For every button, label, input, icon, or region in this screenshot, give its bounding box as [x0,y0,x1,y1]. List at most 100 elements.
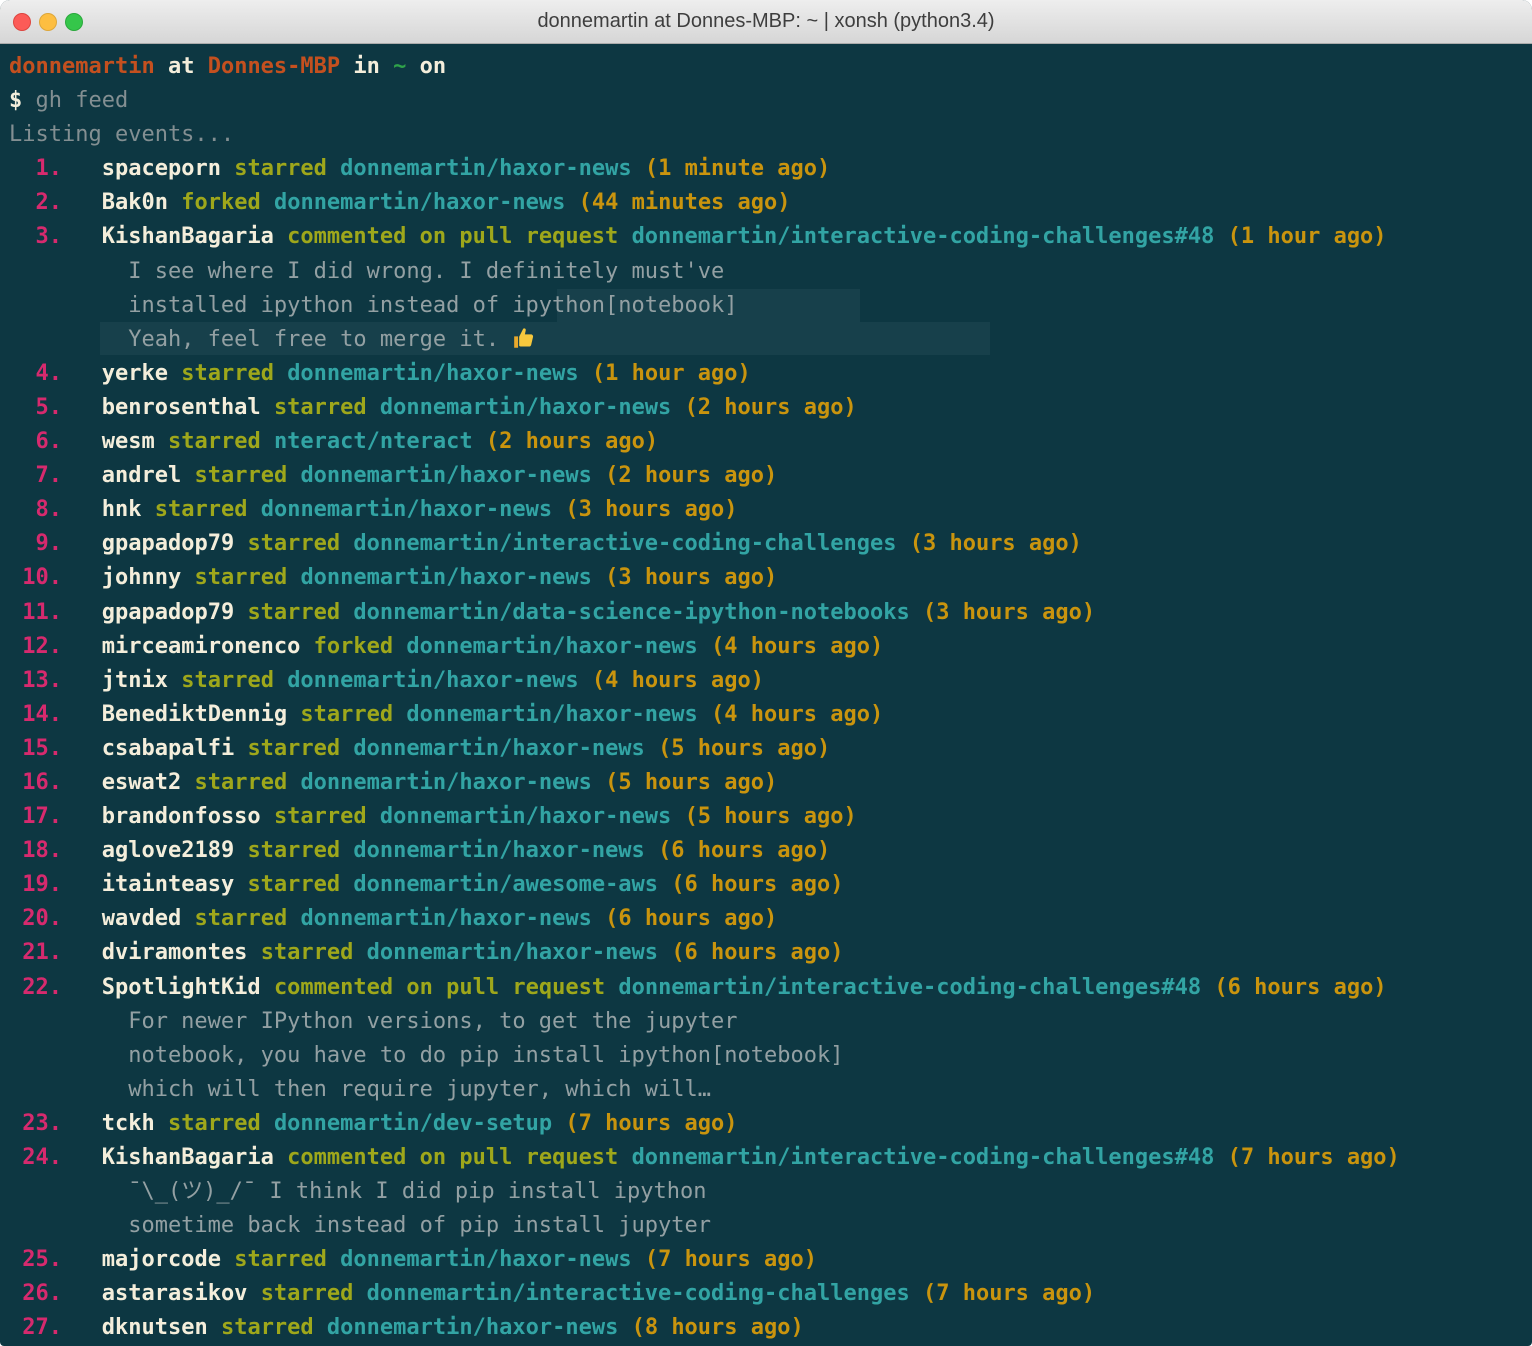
event-user: majorcode [101,1247,221,1273]
event-line: 7. andrel starred donnemartin/haxor-news… [9,459,1532,493]
event-user: tckh [101,1110,155,1136]
event-line: 10. johnny starred donnemartin/haxor-new… [9,561,1532,595]
event-line: 17. brandonfosso starred donnemartin/hax… [9,800,1532,834]
event-line: 4. yerke starred donnemartin/haxor-news … [9,357,1532,391]
event-line: 9. gpapadop79 starred donnemartin/intera… [9,527,1532,561]
event-user: eswat2 [101,769,182,795]
event-time: (44 minutes ago) [578,190,791,216]
event-repo: donnemartin/interactive-coding-challenge… [366,1281,910,1307]
close-button[interactable] [13,13,31,31]
event-repo: donnemartin/data-science-ipython-noteboo… [353,599,910,625]
event-comment-line: For newer IPython versions, to get the j… [9,1008,738,1034]
event-line: 23. tckh starred donnemartin/dev-setup (… [9,1107,1532,1141]
event-time: (2 hours ago) [605,463,778,489]
prompt-path: ~ [393,54,407,79]
event-time: (8 hours ago) [631,1315,804,1341]
event-number: 9. [9,531,62,557]
event-user: astarasikov [101,1281,248,1307]
event-line: 3. KishanBagaria commented on pull reque… [9,220,1532,254]
event-number: 19. [9,872,62,898]
event-number: 8. [9,497,62,523]
event-number: 5. [9,394,62,420]
event-repo: donnemartin/interactive-coding-challenge… [631,1145,1215,1170]
event-repo: donnemartin/haxor-news [353,735,645,761]
event-number: 20. [9,906,62,932]
event-time: (5 hours ago) [684,804,857,830]
event-repo: donnemartin/interactive-coding-challenge… [618,974,1202,1000]
event-time: (6 hours ago) [1214,974,1387,1000]
prompt-keyword-at: at [167,54,195,79]
event-line: 5. benrosenthal starred donnemartin/haxo… [9,391,1532,425]
event-user: itainteasy [101,872,235,898]
event-time: (6 hours ago) [671,872,844,898]
event-time: (1 hour ago) [1227,224,1387,250]
prompt-username: donnemartin [9,54,155,79]
event-line: 15. csabapalfi starred donnemartin/haxor… [9,732,1532,766]
event-user: andrel [101,463,182,489]
prompt-keyword-in: in [353,54,380,79]
traffic-lights [13,13,83,31]
event-time: (2 hours ago) [485,429,659,455]
event-action: starred [220,1315,314,1341]
event-line: 16. eswat2 starred donnemartin/haxor-new… [9,766,1532,800]
terminal-window: donnemartin at Donnes-MBP: ~ | xonsh (py… [0,0,1532,1346]
event-user: hnk [101,497,142,523]
event-user: gpapadop79 [101,531,235,557]
titlebar[interactable]: donnemartin at Donnes-MBP: ~ | xonsh (py… [0,0,1532,44]
event-time: (6 hours ago) [671,940,844,966]
event-number: 3. [9,224,62,250]
event-time: (1 minute ago) [644,156,831,182]
event-comment-line: Yeah, feel free to merge it. [9,323,1532,357]
prompt-hostname: Donnes-MBP [207,54,341,79]
terminal-output[interactable]: donnemartin at Donnes-MBP in ~ on $ gh f… [0,44,1532,1346]
event-number: 18. [9,838,62,864]
event-repo: nteract/nteract [273,429,473,455]
event-user: johnny [101,565,182,591]
event-action: starred [273,394,367,420]
event-line: 14. BenediktDennig starred donnemartin/h… [9,698,1532,732]
event-number: 25. [9,1247,62,1273]
event-user: gpapadop79 [101,599,235,625]
event-comment-line: installed ipython instead of ipython[not… [9,292,738,318]
event-repo: donnemartin/dev-setup [273,1110,553,1136]
event-number: 15. [9,735,62,761]
event-number: 14. [9,701,62,727]
event-action: starred [247,531,341,557]
event-action: starred [260,940,354,966]
event-line: 11. gpapadop79 starred donnemartin/data-… [9,596,1532,630]
event-time: (7 hours ago) [644,1247,818,1273]
event-repo: donnemartin/haxor-news [379,394,672,420]
event-user: KishanBagaria [101,1145,274,1170]
event-repo: donnemartin/haxor-news [340,156,632,182]
event-number: 21. [9,940,62,966]
event-number: 1. [9,156,62,182]
status-line: Listing events... [9,122,235,148]
event-user: BenediktDennig [101,701,288,727]
event-line: 2. Bak0n forked donnemartin/haxor-news (… [9,186,1532,220]
zoom-button[interactable] [65,13,83,31]
event-repo: donnemartin/haxor-news [406,633,698,659]
event-line: 27. dknutsen starred donnemartin/haxor-n… [9,1311,1532,1345]
events: 1. spaceporn starred donnemartin/haxor-n… [9,152,1532,1345]
event-action: starred [234,156,327,182]
event-number: 10. [9,565,62,591]
event-action: commented on pull request [287,224,619,250]
event-user: benrosenthal [101,394,261,420]
event-comment-line: I see where I did wrong. I definitely mu… [9,258,725,284]
window-title: donnemartin at Donnes-MBP: ~ | xonsh (py… [537,10,995,32]
minimize-button[interactable] [39,13,57,31]
event-action: starred [247,838,341,864]
event-user: dknutsen [101,1315,208,1341]
event-line: 21. dviramontes starred donnemartin/haxo… [9,936,1532,970]
event-repo: donnemartin/haxor-news [260,497,553,523]
event-number: 23. [9,1110,62,1136]
event-user: spaceporn [101,156,221,182]
event-line: 1. spaceporn starred donnemartin/haxor-n… [9,152,1532,186]
event-time: (6 hours ago) [658,838,831,864]
event-time: (4 hours ago) [711,701,884,727]
event-repo: donnemartin/haxor-news [340,1247,632,1273]
command-line: $ gh feed [9,84,1532,118]
event-repo: donnemartin/interactive-coding-challenge… [631,224,1215,250]
event-time: (5 hours ago) [658,735,831,761]
event-number: 12. [9,633,62,659]
